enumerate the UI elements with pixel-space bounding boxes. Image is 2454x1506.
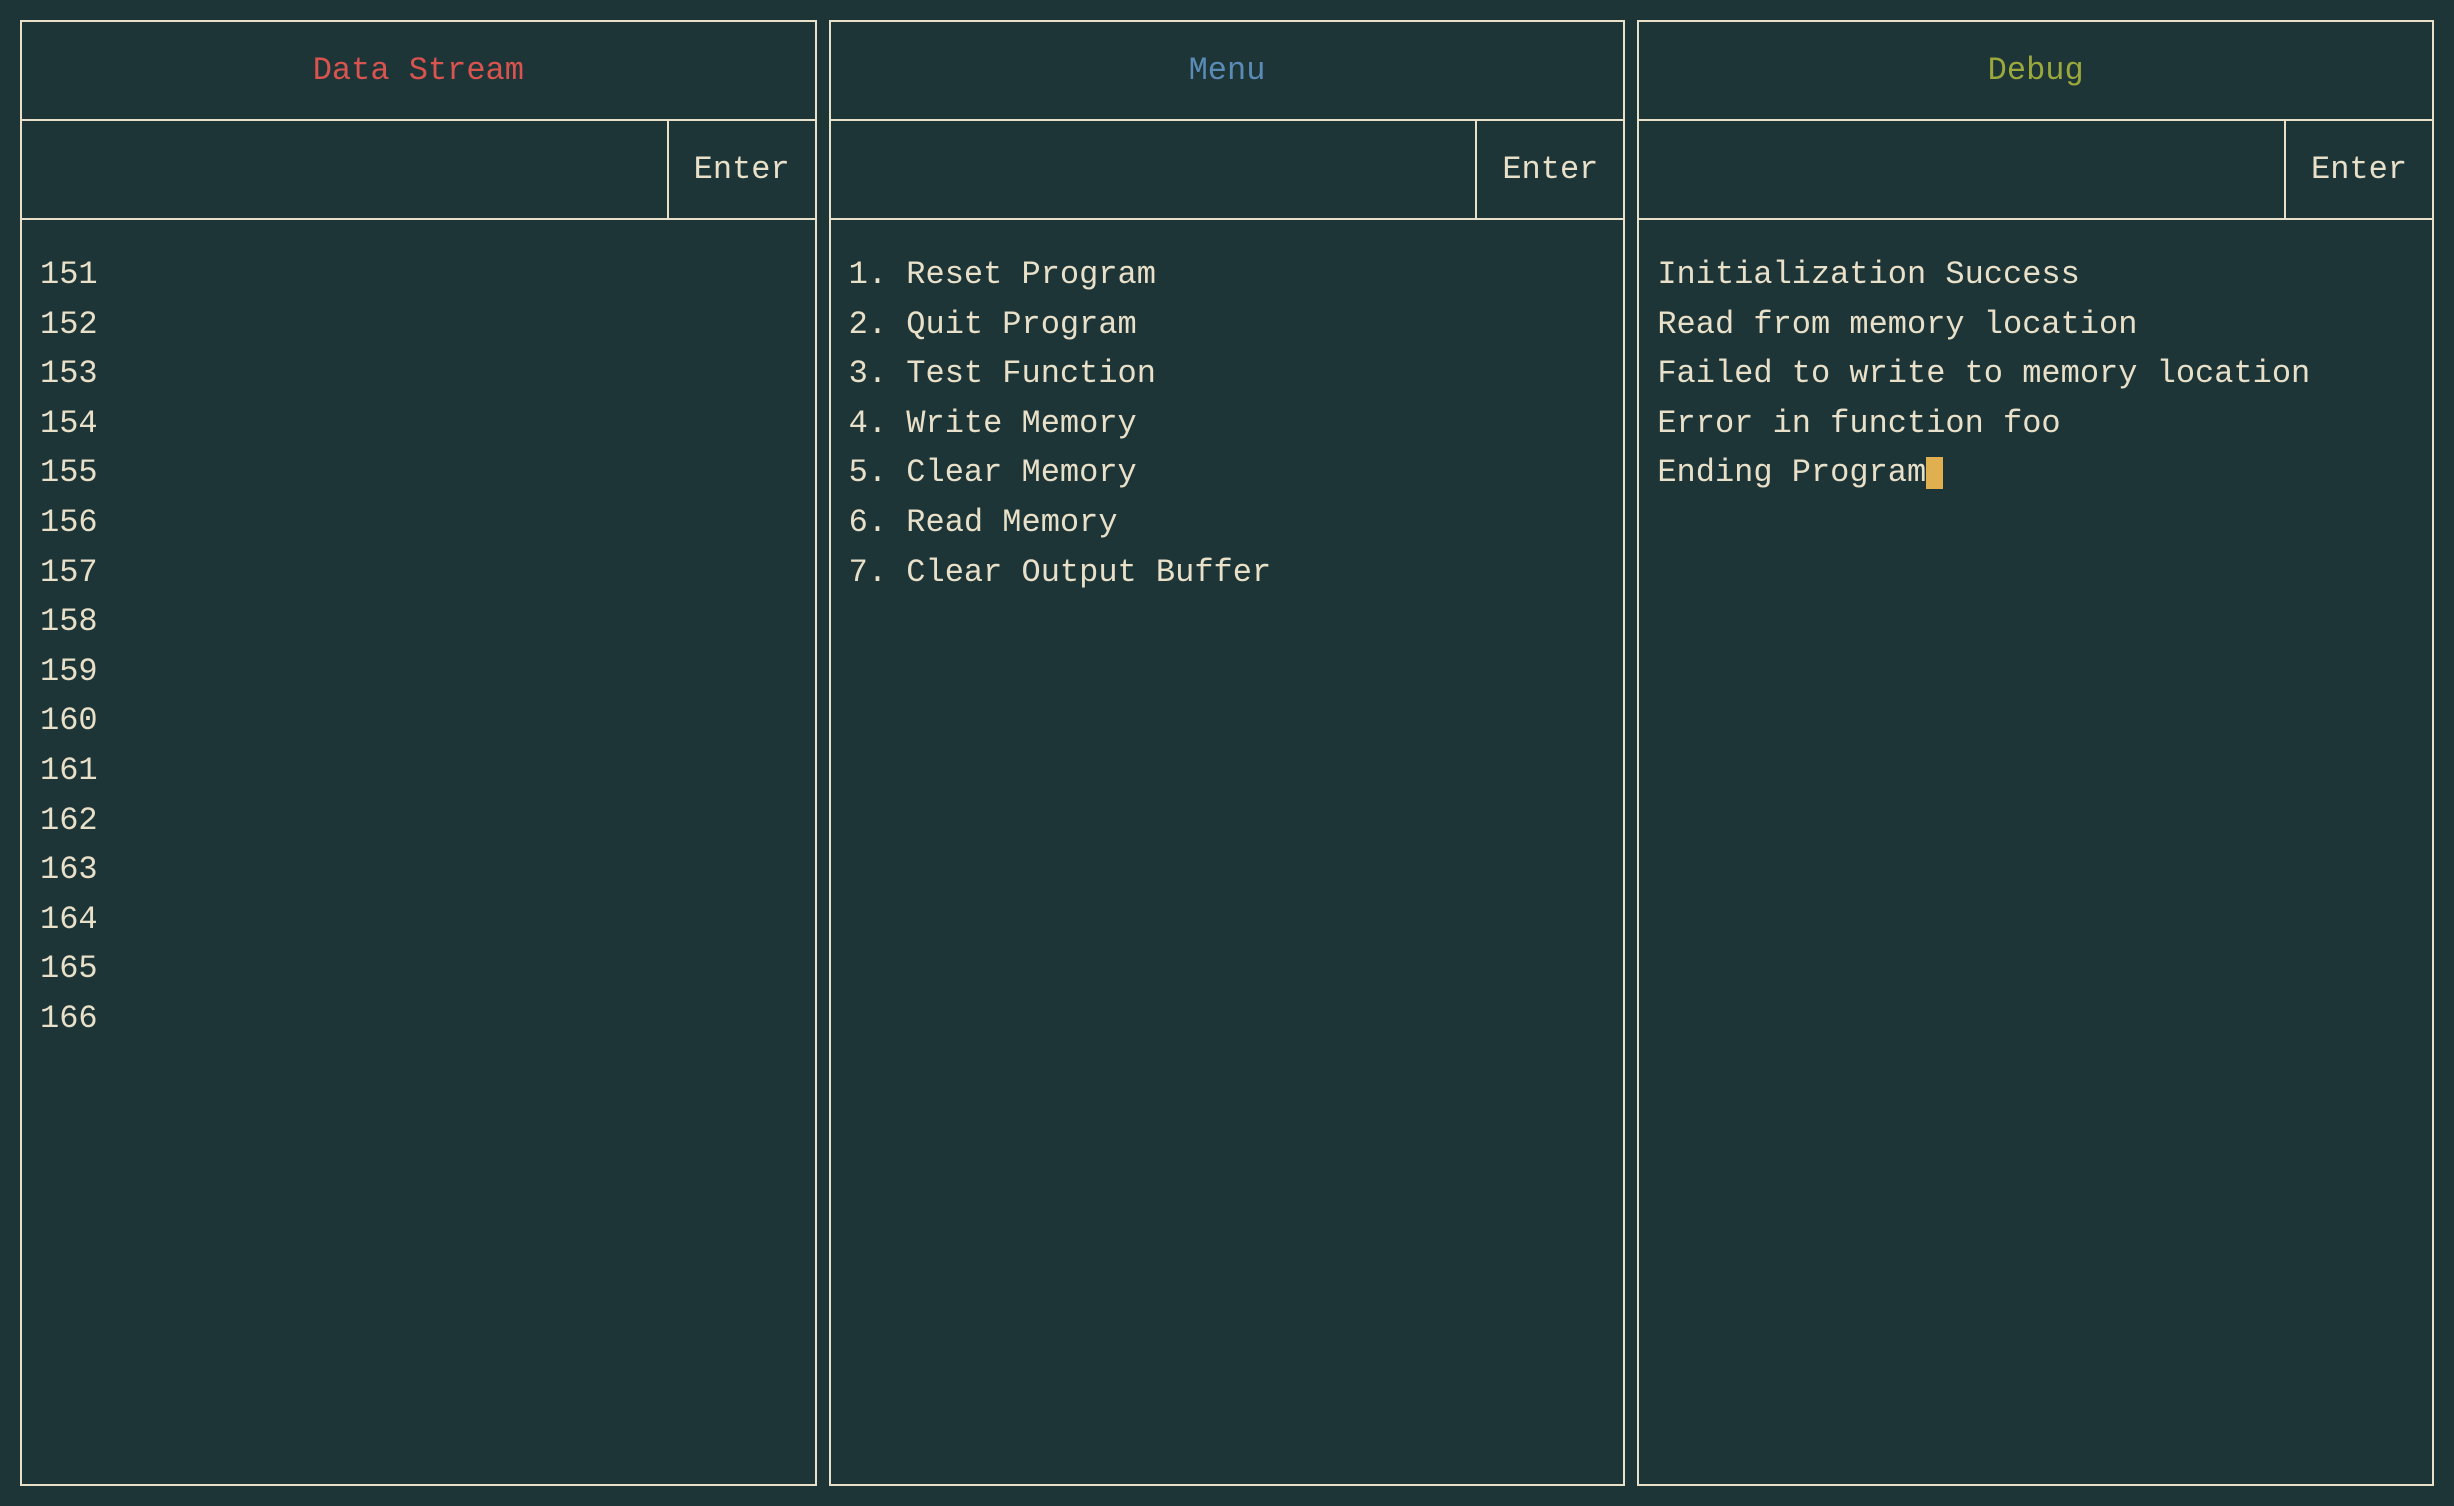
menu-line: 3. Test Function [849, 349, 1606, 399]
data-stream-line: 157 [40, 548, 797, 598]
data-stream-line: 158 [40, 597, 797, 647]
data-stream-line: 164 [40, 895, 797, 945]
menu-line: 5. Clear Memory [849, 448, 1606, 498]
panel-body-debug: Initialization Success Read from memory … [1639, 220, 2432, 1484]
data-stream-line: 151 [40, 250, 797, 300]
data-stream-line: 162 [40, 796, 797, 846]
panel-title-menu: Menu [831, 22, 1624, 121]
data-stream-input[interactable] [22, 121, 667, 218]
panel-title-debug: Debug [1639, 22, 2432, 121]
input-row-menu: Enter [831, 121, 1624, 220]
cursor-icon [1926, 457, 1943, 489]
panel-body-data-stream: 151 152 153 154 155 156 157 158 159 160 … [22, 220, 815, 1484]
menu-line: 6. Read Memory [849, 498, 1606, 548]
debug-line: Initialization Success [1657, 250, 2414, 300]
panel-data-stream: Data Stream Enter 151 152 153 154 155 15… [20, 20, 817, 1486]
menu-line: 4. Write Memory [849, 399, 1606, 449]
data-stream-line: 154 [40, 399, 797, 449]
input-row-debug: Enter [1639, 121, 2432, 220]
panel-debug: Debug Enter Initialization Success Read … [1637, 20, 2434, 1486]
panel-body-menu: 1. Reset Program 2. Quit Program 3. Test… [831, 220, 1624, 1484]
debug-line-with-cursor: Ending Program [1657, 448, 2414, 498]
data-stream-line: 155 [40, 448, 797, 498]
menu-line: 2. Quit Program [849, 300, 1606, 350]
data-stream-line: 165 [40, 944, 797, 994]
enter-button-menu[interactable]: Enter [1475, 121, 1623, 218]
data-stream-line: 166 [40, 994, 797, 1044]
main-container: Data Stream Enter 151 152 153 154 155 15… [20, 20, 2434, 1486]
panel-title-data-stream: Data Stream [22, 22, 815, 121]
data-stream-line: 156 [40, 498, 797, 548]
enter-button-debug[interactable]: Enter [2284, 121, 2432, 218]
input-row-data-stream: Enter [22, 121, 815, 220]
data-stream-line: 152 [40, 300, 797, 350]
data-stream-line: 163 [40, 845, 797, 895]
debug-line-text: Ending Program [1657, 454, 1926, 491]
menu-line: 1. Reset Program [849, 250, 1606, 300]
debug-line: Failed to write to memory location [1657, 349, 2414, 399]
data-stream-line: 153 [40, 349, 797, 399]
debug-input[interactable] [1639, 121, 2284, 218]
data-stream-line: 159 [40, 647, 797, 697]
debug-line: Error in function foo [1657, 399, 2414, 449]
menu-input[interactable] [831, 121, 1476, 218]
debug-line: Read from memory location [1657, 300, 2414, 350]
enter-button-data-stream[interactable]: Enter [667, 121, 815, 218]
panel-menu: Menu Enter 1. Reset Program 2. Quit Prog… [829, 20, 1626, 1486]
data-stream-line: 161 [40, 746, 797, 796]
menu-line: 7. Clear Output Buffer [849, 548, 1606, 598]
data-stream-line: 160 [40, 696, 797, 746]
